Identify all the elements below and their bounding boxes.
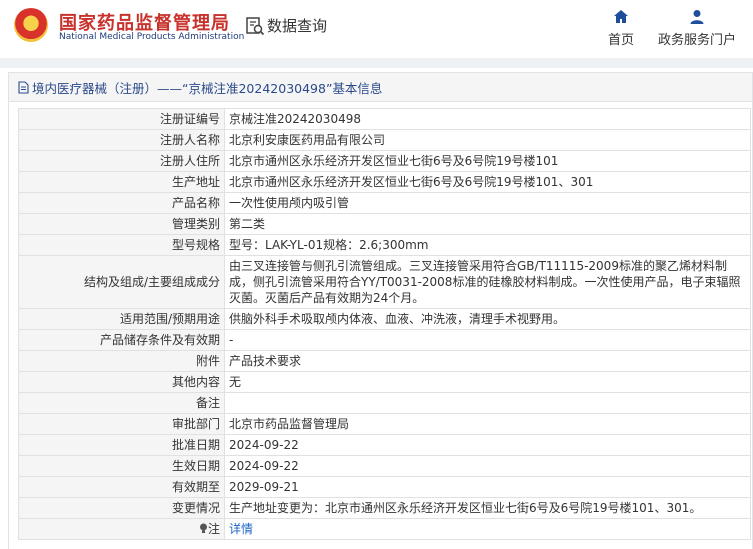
note-label-cell: 注 <box>18 518 225 540</box>
row-value: 北京市通州区永乐经济开发区恒业七街6号及6号院19号楼101、301 <box>224 171 751 193</box>
row-value: 供脑外科手术吸取颅内体液、血液、冲洗液，清理手术视野用。 <box>224 308 751 330</box>
table-row: 产品名称 一次性使用颅内吸引管 <box>18 192 751 214</box>
row-value: 2029-09-21 <box>224 476 751 498</box>
header-divider <box>0 58 753 68</box>
row-value: 型号：LAK-YL-01规格：2.6;300mm <box>224 234 751 256</box>
table-row: 审批部门 北京市药品监督管理局 <box>18 413 751 435</box>
table-row: 生产地址 北京市通州区永乐经济开发区恒业七街6号及6号院19号楼101、301 <box>18 171 751 193</box>
site-header: 国家药品监督管理局 National Medical Products Admi… <box>0 0 753 58</box>
table-row: 注册人名称 北京利安康医药用品有限公司 <box>18 129 751 151</box>
row-value: 北京市药品监督管理局 <box>224 413 751 435</box>
row-label: 变更情况 <box>18 497 225 519</box>
row-label: 附件 <box>18 350 225 372</box>
row-value: 一次性使用颅内吸引管 <box>224 192 751 214</box>
table-row: 型号规格 型号：LAK-YL-01规格：2.6;300mm <box>18 234 751 256</box>
table-row: 注册证编号 京械注准20242030498 <box>18 108 751 130</box>
national-emblem-logo <box>14 8 48 42</box>
row-label: 注册人名称 <box>18 129 225 151</box>
row-label: 结构及组成/主要组成成分 <box>18 255 225 309</box>
data-query-label: 数据查询 <box>267 17 328 35</box>
panel-breadcrumb: 境内医疗器械（注册）——“京械注准20242030498”基本信息 <box>9 73 752 102</box>
row-label: 备注 <box>18 392 225 414</box>
site-subtitle: National Medical Products Administration <box>59 32 245 42</box>
breadcrumb-text: 境内医疗器械（注册）——“京械注准20242030498”基本信息 <box>32 80 383 96</box>
row-label: 其他内容 <box>18 371 225 393</box>
nav-service-portal[interactable]: 政务服务门户 <box>658 9 736 48</box>
row-label: 管理类别 <box>18 213 225 235</box>
table-row: 注 详情 <box>18 518 751 540</box>
nav-home-label: 首页 <box>607 33 634 48</box>
row-value: 北京利安康医药用品有限公司 <box>224 129 751 151</box>
row-label: 生产地址 <box>18 171 225 193</box>
table-row: 结构及组成/主要组成成分 由三叉连接管与侧孔引流管组成。三叉连接管采用符合GB/T… <box>18 255 751 309</box>
row-label: 注册人住所 <box>18 150 225 172</box>
table-row: 注册人住所 北京市通州区永乐经济开发区恒业七街6号及6号院19号楼101 <box>18 150 751 172</box>
details-link[interactable]: 详情 <box>229 522 253 536</box>
row-label: 适用范围/预期用途 <box>18 308 225 330</box>
row-value: 无 <box>224 371 751 393</box>
data-search-icon <box>246 16 265 35</box>
nav-home[interactable]: 首页 <box>603 9 639 48</box>
note-label: 注 <box>207 522 220 536</box>
table-row: 其他内容无 <box>18 371 751 393</box>
row-label: 产品储存条件及有效期 <box>18 329 225 351</box>
device-info-table: 注册证编号 京械注准20242030498 注册人名称 北京利安康医药用品有限公司 … <box>18 108 751 540</box>
table-row: 批准日期 2024-09-22 <box>18 434 751 456</box>
row-value: 北京市通州区永乐经济开发区恒业七街6号及6号院19号楼101 <box>224 150 751 172</box>
row-label: 型号规格 <box>18 234 225 256</box>
row-value: - <box>224 329 751 351</box>
home-icon <box>614 10 628 23</box>
row-label: 审批部门 <box>18 413 225 435</box>
row-value <box>224 392 751 414</box>
row-label: 批准日期 <box>18 434 225 456</box>
row-value: 2024-09-22 <box>224 455 751 477</box>
row-value: 2024-09-22 <box>224 434 751 456</box>
row-label: 生效日期 <box>18 455 225 477</box>
table-row: 产品储存条件及有效期 - <box>18 329 751 351</box>
table-row: 有效期至 2029-09-21 <box>18 476 751 498</box>
table-row: 生效日期 2024-09-22 <box>18 455 751 477</box>
row-value: 第二类 <box>224 213 751 235</box>
table-row: 变更情况 生产地址变更为：北京市通州区永乐经济开发区恒业七街6号及6号院19号楼1… <box>18 497 751 519</box>
lightbulb-icon <box>199 523 207 533</box>
row-value: 生产地址变更为：北京市通州区永乐经济开发区恒业七街6号及6号院19号楼101、3… <box>224 497 751 519</box>
row-label: 注册证编号 <box>18 108 225 130</box>
document-icon <box>18 80 29 94</box>
table-row: 附件 产品技术要求 <box>18 350 751 372</box>
user-icon <box>690 10 704 24</box>
row-value: 由三叉连接管与侧孔引流管组成。三叉连接管采用符合GB/T11115-2009标准… <box>224 255 751 309</box>
row-label: 产品名称 <box>18 192 225 214</box>
row-label: 有效期至 <box>18 476 225 498</box>
data-query-link[interactable]: 数据查询 <box>245 15 327 36</box>
nav-portal-label: 政务服务门户 <box>658 33 737 48</box>
table-row: 备注 <box>18 392 751 414</box>
row-value: 京械注准20242030498 <box>224 108 751 130</box>
table-row: 适用范围/预期用途 供脑外科手术吸取颅内体液、血液、冲洗液，清理手术视野用。 <box>18 308 751 330</box>
row-value: 产品技术要求 <box>224 350 751 372</box>
table-row: 管理类别 第二类 <box>18 213 751 235</box>
